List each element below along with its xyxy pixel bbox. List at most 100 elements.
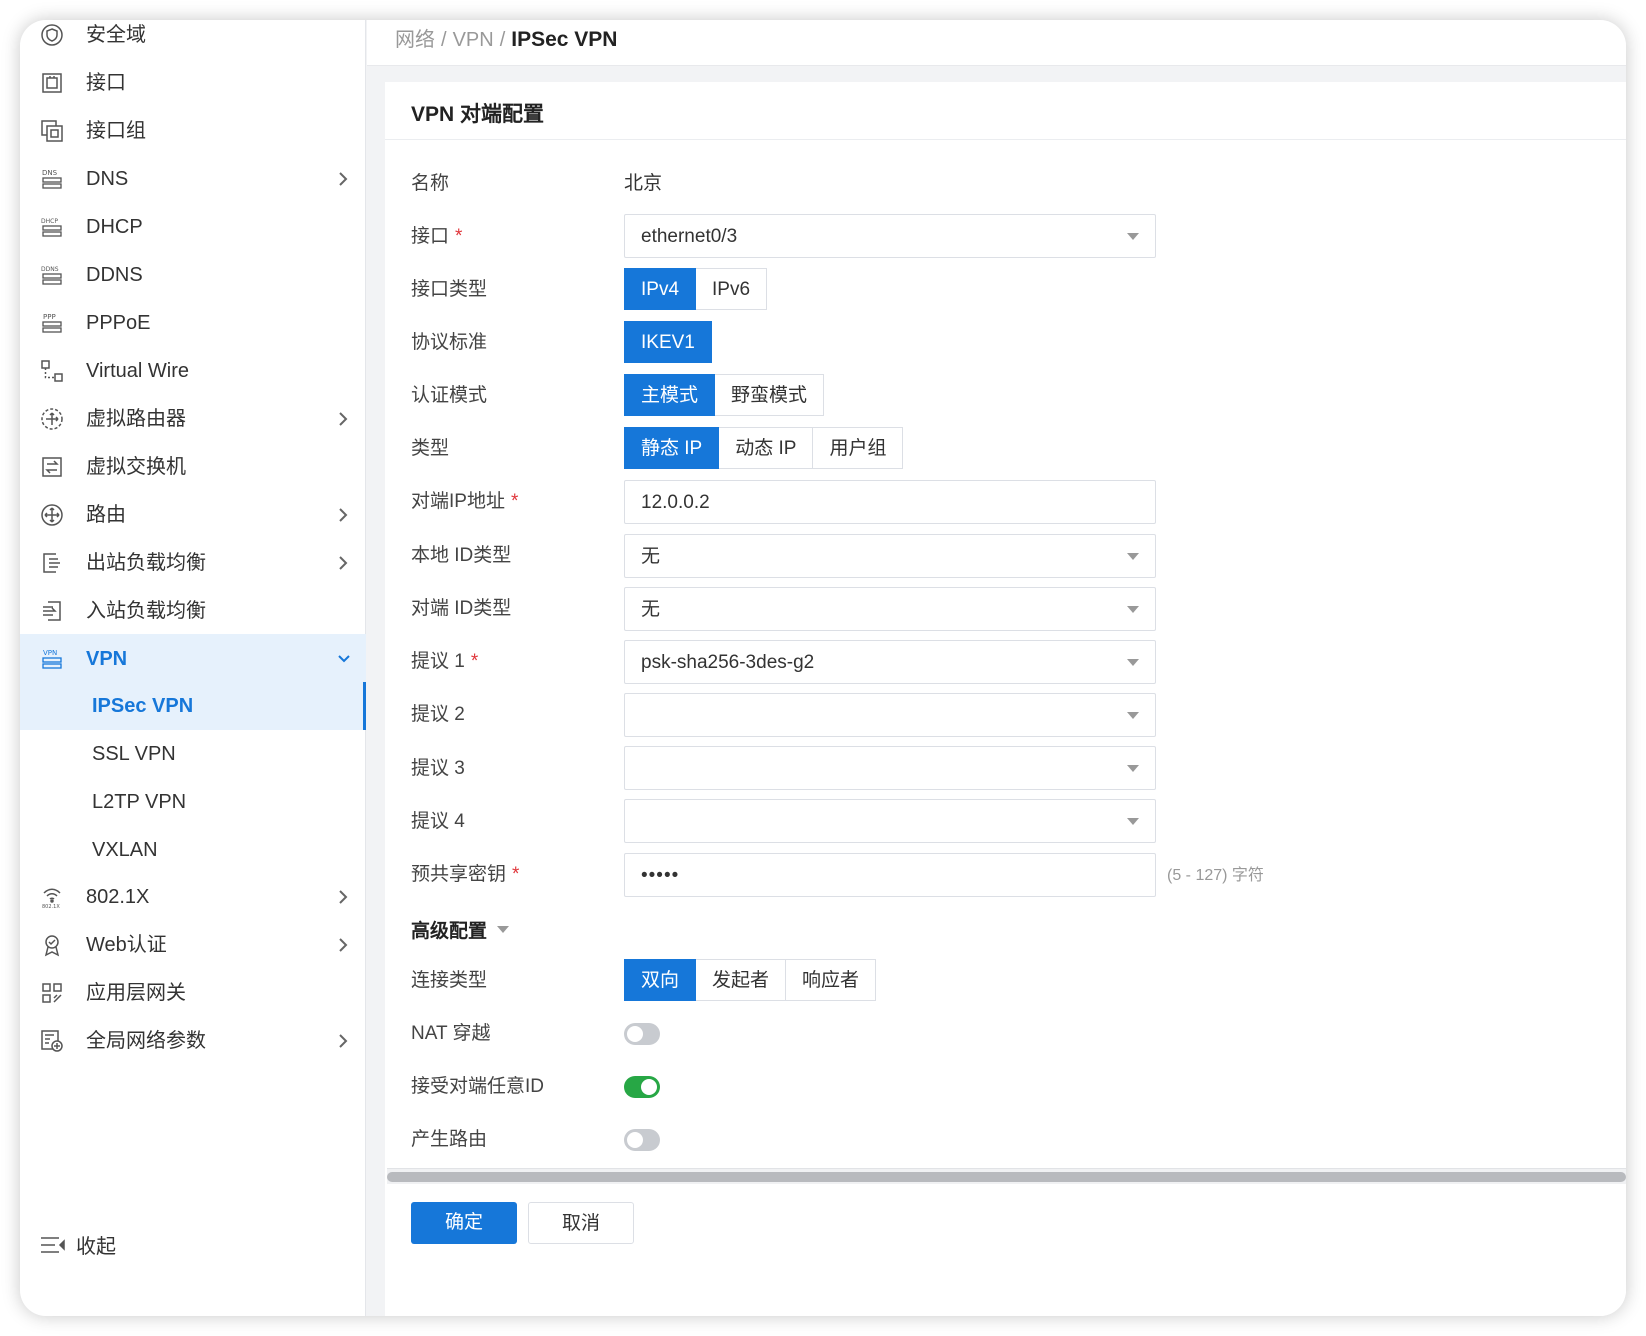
required-mark: * [510,491,519,512]
peer-ip-label: 对端IP地址 * [411,491,519,512]
sidebar-item-8021x[interactable]: 802.1X 802.1X [20,872,366,922]
app-window: 安全域 接口 接口组 DNS DNS DHCP DHCP DDNS DDNS P… [20,20,1626,1316]
sidebar-item-virtual-router[interactable]: 虚拟路由器 [20,394,366,444]
sidebar-subitem-l2tp-vpn[interactable]: L2TP VPN [20,778,366,826]
global-params-icon [40,1029,64,1053]
interface-group-icon [40,119,64,143]
caret-down-icon [1127,606,1139,613]
sidebar-item-dhcp[interactable]: DHCP DHCP [20,202,366,252]
sidebar-item-label: 接口 [86,72,126,94]
type-static-ip[interactable]: 静态 IP [624,427,720,469]
sidebar-subitem-ipsec-vpn[interactable]: IPSec VPN [20,682,366,730]
sidebar-item-vpn[interactable]: VPN VPN [20,634,366,684]
interface-type-ipv4[interactable]: IPv4 [624,268,697,310]
protocol-ikev1[interactable]: IKEV1 [624,321,712,363]
interface-icon [40,71,64,95]
accept-any-id-toggle[interactable] [624,1076,660,1098]
interface-type-label: 接口类型 [411,279,488,300]
sidebar-collapse-button[interactable]: 收起 [40,1230,116,1259]
svg-text:VPN: VPN [43,649,57,657]
sidebar-subitem-ssl-vpn[interactable]: SSL VPN [20,730,366,778]
sidebar-item-global-params[interactable]: 全局网络参数 [20,1016,366,1066]
caret-down-icon [1127,765,1139,772]
advanced-config-toggle[interactable]: 高级配置 [411,916,510,943]
caret-down-icon [1127,659,1139,666]
sidebar-item-label: DDNS [86,264,143,286]
sidebar-item-virtual-switch[interactable]: 虚拟交换机 [20,442,366,492]
toggle-knob [641,1079,657,1095]
conn-type-responder[interactable]: 响应者 [786,959,877,1001]
sidebar-item-inbound-lb[interactable]: 入站负载均衡 [20,586,366,636]
cancel-button[interactable]: 取消 [528,1202,634,1244]
breadcrumb-sep: / [441,29,447,51]
svg-text:PPP: PPP [43,313,56,321]
local-id-type-select[interactable]: 无 [624,534,1156,578]
auth-mode-main[interactable]: 主模式 [624,374,716,416]
sidebar-item-app-gateway[interactable]: 应用层网关 [20,968,366,1018]
sidebar-item-web-auth[interactable]: Web认证 [20,920,366,970]
gen-route-toggle[interactable] [624,1129,660,1151]
sidebar-item-outbound-lb[interactable]: 出站负载均衡 [20,538,366,588]
chevron-down-icon [338,655,350,663]
form-footer: 确定 取消 [385,1184,1626,1316]
interface-type-ipv6[interactable]: IPv6 [696,268,768,310]
protocol-segmented: IKEV1 [624,321,712,363]
caret-down-icon [1127,818,1139,825]
auth-mode-aggressive[interactable]: 野蛮模式 [715,374,825,416]
sidebar-item-ddns[interactable]: DDNS DDNS [20,250,366,300]
proposal-3-select[interactable] [624,746,1156,790]
svg-text:DNS: DNS [42,169,58,177]
advanced-config-label: 高级配置 [411,921,488,942]
breadcrumb-vpn[interactable]: VPN [453,29,494,51]
psk-value: ••••• [641,865,680,886]
interface-select[interactable]: ethernet0/3 [624,214,1156,258]
sidebar-item-interface-group[interactable]: 接口组 [20,106,366,156]
sidebar-item-security-zone[interactable]: 安全域 [20,20,366,60]
horizontal-scrollbar[interactable] [387,1168,1626,1184]
sidebar-item-label: 安全域 [86,24,146,46]
breadcrumb-network[interactable]: 网络 [395,29,435,51]
name-value: 北京 [624,173,663,194]
vpn-peer-config-panel: VPN 对端配置 名称 北京 接口 * ethernet0/3 接口类型 IPv4… [385,82,1626,1316]
peer-id-type-select[interactable]: 无 [624,587,1156,631]
sidebar-item-pppoe[interactable]: PPP PPPoE [20,298,366,348]
psk-label: 预共享密钥 * [411,864,520,885]
outbound-lb-icon [40,551,64,575]
toggle-knob [627,1026,643,1042]
proposal-4-select[interactable] [624,799,1156,843]
chevron-right-icon [339,938,348,952]
sidebar-item-label: 路由 [86,504,126,526]
caret-down-icon [1127,233,1139,240]
auth-mode-segmented: 主模式 野蛮模式 [624,374,825,416]
proposal-1-select[interactable]: psk-sha256-3des-g2 [624,640,1156,684]
caret-down-icon [1127,553,1139,560]
sidebar-subitem-vxlan[interactable]: VXLAN [20,826,366,874]
protocol-label: 协议标准 [411,332,488,353]
sidebar-item-label: 出站负载均衡 [86,552,206,574]
sidebar-item-virtual-wire[interactable]: Virtual Wire [20,346,366,396]
nat-toggle[interactable] [624,1023,660,1045]
conn-type-initiator[interactable]: 发起者 [696,959,787,1001]
sidebar-item-dns[interactable]: DNS DNS [20,154,366,204]
peer-ip-input[interactable]: 12.0.0.2 [624,480,1156,524]
vpn-icon: VPN [40,647,64,671]
proposal-1-value: psk-sha256-3des-g2 [641,652,815,673]
psk-input[interactable]: ••••• [624,853,1156,897]
sidebar-item-interface[interactable]: 接口 [20,58,366,108]
svg-text:DDNS: DDNS [41,266,59,273]
proposal-2-select[interactable] [624,693,1156,737]
type-dynamic-ip[interactable]: 动态 IP [719,427,814,469]
accept-any-id-label: 接受对端任意ID [411,1076,545,1097]
scrollbar-thumb[interactable] [387,1172,1626,1182]
confirm-button[interactable]: 确定 [411,1202,517,1244]
chevron-right-icon [339,172,348,186]
chevron-right-icon [339,412,348,426]
conn-type-bidirectional[interactable]: 双向 [624,959,697,1001]
interface-type-segmented: IPv4 IPv6 [624,268,768,310]
local-id-type-value: 无 [641,546,661,567]
web-auth-icon [40,933,64,957]
sidebar-item-routing[interactable]: 路由 [20,490,366,540]
type-user-group[interactable]: 用户组 [813,427,904,469]
dns-icon: DNS [40,167,64,191]
proposal-4-label: 提议 4 [411,811,465,832]
